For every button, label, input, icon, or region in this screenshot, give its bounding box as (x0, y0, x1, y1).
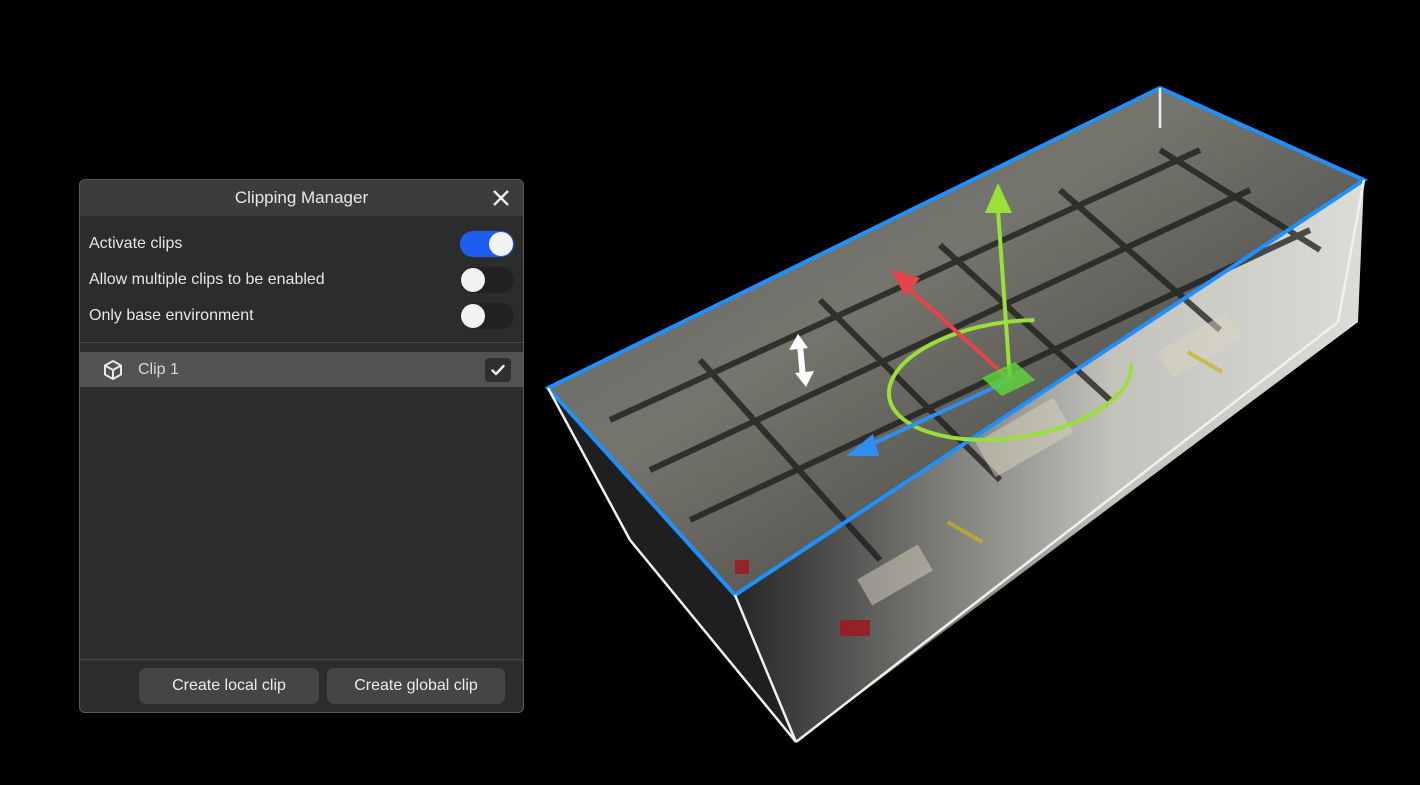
clip-list: Clip 1 (80, 343, 523, 649)
allow-multiple-clips-toggle[interactable] (460, 267, 514, 293)
close-icon[interactable] (491, 188, 511, 208)
toggle-label: Only base environment (89, 307, 254, 324)
clipping-manager-panel: Clipping Manager Activate clips Allow mu… (79, 179, 524, 713)
toggle-label: Allow multiple clips to be enabled (89, 271, 325, 288)
panel-header: Clipping Manager (80, 180, 523, 216)
toggle-row-only-base-environment: Only base environment (80, 298, 523, 334)
list-item[interactable]: Clip 1 (80, 352, 523, 387)
toggle-label: Activate clips (89, 235, 183, 252)
clip-enabled-checkbox[interactable] (485, 357, 511, 382)
clip-label: Clip 1 (138, 360, 179, 378)
only-base-environment-toggle[interactable] (460, 303, 514, 329)
checkmark-icon (491, 364, 505, 375)
toggle-row-activate-clips: Activate clips (80, 226, 523, 262)
panel-footer: Create local clip Create global clip (80, 659, 523, 712)
activate-clips-toggle[interactable] (460, 231, 514, 257)
create-global-clip-button[interactable]: Create global clip (327, 668, 505, 704)
toggle-row-allow-multiple-clips: Allow multiple clips to be enabled (80, 262, 523, 298)
panel-title: Clipping Manager (234, 188, 369, 207)
cube-icon (104, 359, 122, 380)
create-local-clip-button[interactable]: Create local clip (139, 668, 319, 704)
